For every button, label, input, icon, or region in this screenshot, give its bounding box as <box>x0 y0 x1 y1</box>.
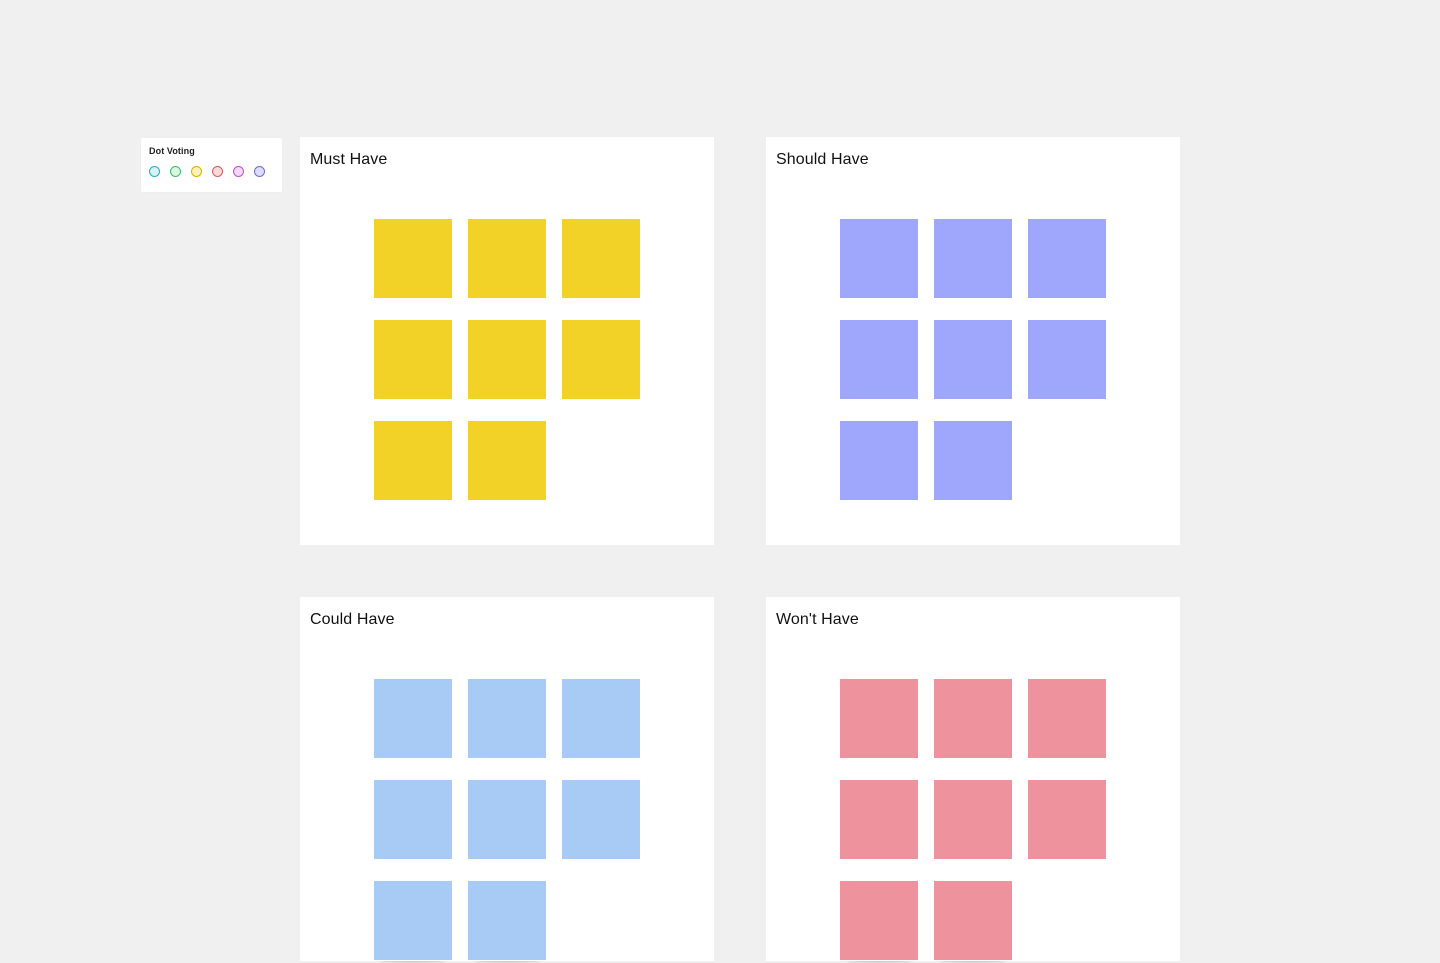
sticky-area-must-have <box>300 137 714 545</box>
sticky-area-wont-have <box>766 597 1180 961</box>
voting-dot-green[interactable] <box>170 166 181 177</box>
dot-voting-widget[interactable]: Dot Voting <box>141 138 282 192</box>
sticky-note[interactable] <box>934 679 1012 758</box>
sticky-note[interactable] <box>1028 780 1106 859</box>
voting-dot-cyan[interactable] <box>149 166 160 177</box>
sticky-note[interactable] <box>374 679 452 758</box>
board-canvas[interactable]: Dot Voting Must Have Should Have Could H… <box>0 0 1440 961</box>
sticky-note[interactable] <box>840 320 918 399</box>
sticky-area-could-have <box>300 597 714 961</box>
dot-voting-dots <box>149 166 275 177</box>
sticky-note[interactable] <box>562 320 640 399</box>
sticky-note[interactable] <box>374 881 452 960</box>
dot-voting-title: Dot Voting <box>149 146 195 156</box>
sticky-note[interactable] <box>934 320 1012 399</box>
frame-could-have[interactable]: Could Have <box>300 597 714 961</box>
sticky-note[interactable] <box>562 219 640 298</box>
sticky-note[interactable] <box>468 320 546 399</box>
sticky-note[interactable] <box>468 679 546 758</box>
sticky-note[interactable] <box>840 679 918 758</box>
sticky-note[interactable] <box>840 780 918 859</box>
sticky-note[interactable] <box>934 219 1012 298</box>
sticky-note[interactable] <box>468 219 546 298</box>
sticky-note[interactable] <box>468 421 546 500</box>
sticky-note[interactable] <box>1028 679 1106 758</box>
voting-dot-violet[interactable] <box>254 166 265 177</box>
sticky-note[interactable] <box>1028 219 1106 298</box>
sticky-note[interactable] <box>934 421 1012 500</box>
sticky-note[interactable] <box>1028 320 1106 399</box>
sticky-note[interactable] <box>934 780 1012 859</box>
sticky-note[interactable] <box>468 881 546 960</box>
sticky-note[interactable] <box>562 679 640 758</box>
frame-should-have[interactable]: Should Have <box>766 137 1180 545</box>
sticky-note[interactable] <box>840 421 918 500</box>
sticky-note[interactable] <box>374 421 452 500</box>
sticky-note[interactable] <box>562 780 640 859</box>
sticky-note[interactable] <box>374 320 452 399</box>
sticky-note[interactable] <box>840 881 918 960</box>
sticky-note[interactable] <box>840 219 918 298</box>
frame-wont-have[interactable]: Won't Have <box>766 597 1180 961</box>
voting-dot-yellow[interactable] <box>191 166 202 177</box>
voting-dot-pink[interactable] <box>233 166 244 177</box>
sticky-note[interactable] <box>374 780 452 859</box>
sticky-note[interactable] <box>468 780 546 859</box>
sticky-note[interactable] <box>374 219 452 298</box>
voting-dot-red[interactable] <box>212 166 223 177</box>
sticky-note[interactable] <box>934 881 1012 960</box>
sticky-area-should-have <box>766 137 1180 545</box>
frame-must-have[interactable]: Must Have <box>300 137 714 545</box>
